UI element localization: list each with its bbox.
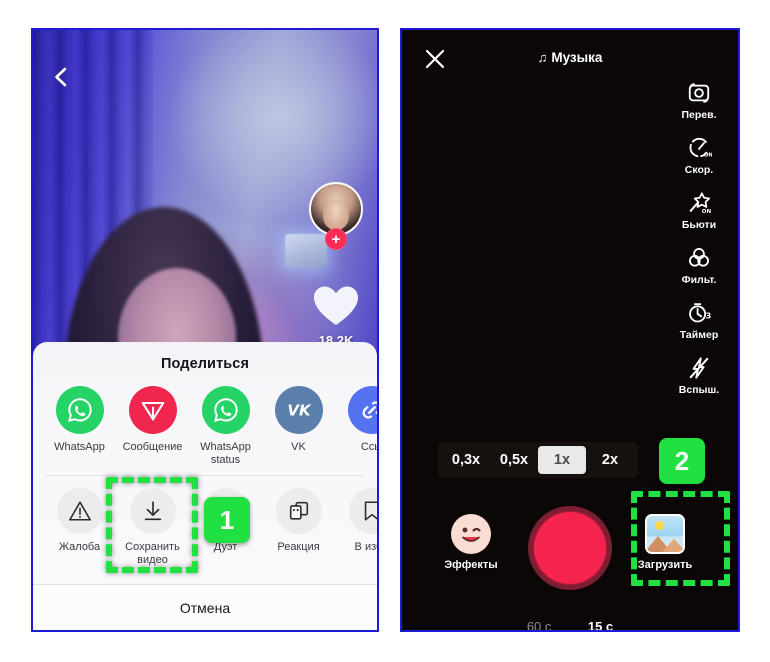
- upload-button[interactable]: Загрузить: [634, 514, 696, 571]
- sun-shape: [655, 521, 664, 530]
- beauty-wand-icon: ON: [671, 190, 727, 216]
- direct-send-icon: [128, 386, 177, 434]
- share-option-label: Реакция: [277, 541, 320, 553]
- upload-label: Загрузить: [637, 559, 693, 571]
- smiley-wink-icon: [451, 514, 491, 554]
- share-option-label: WhatsApp: [54, 441, 105, 453]
- like-group[interactable]: 18,2K: [313, 285, 359, 348]
- zoom-chip-2x[interactable]: 2x: [586, 446, 634, 474]
- filters-icon: [671, 245, 727, 271]
- music-label: Музыка: [551, 50, 603, 65]
- tool-label: Перев.: [681, 109, 717, 121]
- mountain-shape: [662, 539, 683, 552]
- share-option-message[interactable]: Сообщение: [116, 386, 189, 467]
- share-option-link[interactable]: Ссы: [335, 386, 377, 467]
- zoom-chip-1x[interactable]: 1x: [538, 446, 586, 474]
- tool-flash[interactable]: Вспыш.: [671, 355, 727, 396]
- reaction-icon: [275, 488, 322, 534]
- share-option-label: Сохранить видео: [125, 541, 180, 566]
- cancel-label: Отмена: [179, 599, 231, 616]
- share-option-label: VK: [291, 441, 306, 453]
- screenshot-root: + 18,2K Поделиться WhatsApp Сообщение Wh…: [0, 0, 770, 662]
- whatsapp-icon: [201, 386, 250, 434]
- tool-label: Вспыш.: [678, 384, 720, 396]
- warning-triangle-icon: [56, 488, 103, 534]
- svg-text:ON: ON: [704, 152, 712, 158]
- share-option-whatsapp-status[interactable]: WhatsApp status: [189, 386, 262, 467]
- duration-15s[interactable]: 15 c: [588, 619, 613, 630]
- tiktok-video-share-panel: + 18,2K Поделиться WhatsApp Сообщение Wh…: [31, 28, 379, 632]
- tool-speed[interactable]: ON Скор.: [671, 135, 727, 176]
- whatsapp-icon: [55, 386, 104, 434]
- effects-label: Эффекты: [444, 559, 498, 571]
- share-option-label: Сообщение: [122, 441, 183, 453]
- flip-camera-icon: [671, 80, 727, 106]
- share-option-favorite[interactable]: В избр: [335, 488, 377, 567]
- timer-icon: 3: [671, 300, 727, 326]
- svg-text:3: 3: [705, 311, 711, 321]
- share-sheet: Поделиться WhatsApp Сообщение WhatsApp s…: [33, 342, 377, 630]
- record-button[interactable]: [528, 506, 612, 590]
- share-option-label: Ссы: [360, 441, 377, 453]
- link-icon: [347, 386, 377, 434]
- tool-label: Фильт.: [681, 274, 717, 286]
- effects-button[interactable]: Эффекты: [440, 514, 502, 571]
- photo-gallery-icon: [645, 514, 685, 554]
- share-option-label: В избр: [354, 541, 377, 553]
- speed-icon: ON: [671, 135, 727, 161]
- cancel-button[interactable]: Отмена: [33, 584, 377, 630]
- tool-filters[interactable]: Фильт.: [671, 245, 727, 286]
- music-selector[interactable]: ♫ Музыка: [402, 50, 738, 65]
- author-avatar-group[interactable]: +: [309, 182, 363, 250]
- heart-icon[interactable]: [313, 285, 359, 327]
- tiktok-camera-panel: ♫ Музыка Перев. ON Скор. ON Бьюти Фильт.…: [400, 28, 740, 632]
- svg-text:ON: ON: [702, 209, 712, 215]
- share-option-whatsapp[interactable]: WhatsApp: [43, 386, 116, 467]
- tool-label: Бьюти: [681, 219, 717, 231]
- camera-tool-rail: Перев. ON Скор. ON Бьюти Фильт. 3 Таймер…: [670, 80, 728, 396]
- chevron-left-icon: [55, 67, 67, 87]
- wall-socket: [285, 234, 327, 268]
- bookmark-icon: [348, 488, 377, 534]
- share-option-label: WhatsApp status: [200, 441, 251, 466]
- flash-off-icon: [671, 355, 727, 381]
- video-preview[interactable]: + 18,2K: [33, 30, 377, 507]
- step-badge-1: 1: [204, 497, 250, 543]
- share-option-report[interactable]: Жалоба: [43, 488, 116, 567]
- plus-icon[interactable]: +: [325, 228, 347, 250]
- zoom-level-bar: 0,3x 0,5x 1x 2x: [438, 442, 638, 478]
- music-note-icon: ♫: [537, 50, 548, 65]
- tool-flip-camera[interactable]: Перев.: [671, 80, 727, 121]
- back-button[interactable]: [51, 66, 73, 88]
- tool-beauty[interactable]: ON Бьюти: [671, 190, 727, 231]
- zoom-chip-0.3x[interactable]: 0,3x: [442, 446, 490, 474]
- tool-timer[interactable]: 3 Таймер: [671, 300, 727, 341]
- duration-selector: 60 c 15 c: [402, 618, 738, 630]
- share-apps-row: WhatsApp Сообщение WhatsApp status VK VK…: [33, 372, 377, 471]
- share-sheet-title: Поделиться: [160, 356, 250, 372]
- share-option-save-video[interactable]: Сохранить видео: [116, 488, 189, 567]
- duration-60s[interactable]: 60 c: [527, 619, 552, 630]
- vk-icon: VK: [274, 386, 323, 434]
- step-badge-2: 2: [659, 438, 705, 484]
- svg-text:VK: VK: [287, 401, 312, 419]
- tool-label: Скор.: [684, 164, 714, 176]
- zoom-chip-0.5x[interactable]: 0,5x: [490, 446, 538, 474]
- share-option-reaction[interactable]: Реакция: [262, 488, 335, 567]
- share-option-label: Жалоба: [58, 541, 101, 553]
- capture-controls: Эффекты Загрузить: [402, 506, 738, 604]
- share-option-vk[interactable]: VK VK: [262, 386, 335, 467]
- tool-label: Таймер: [679, 329, 719, 341]
- download-icon: [129, 488, 176, 534]
